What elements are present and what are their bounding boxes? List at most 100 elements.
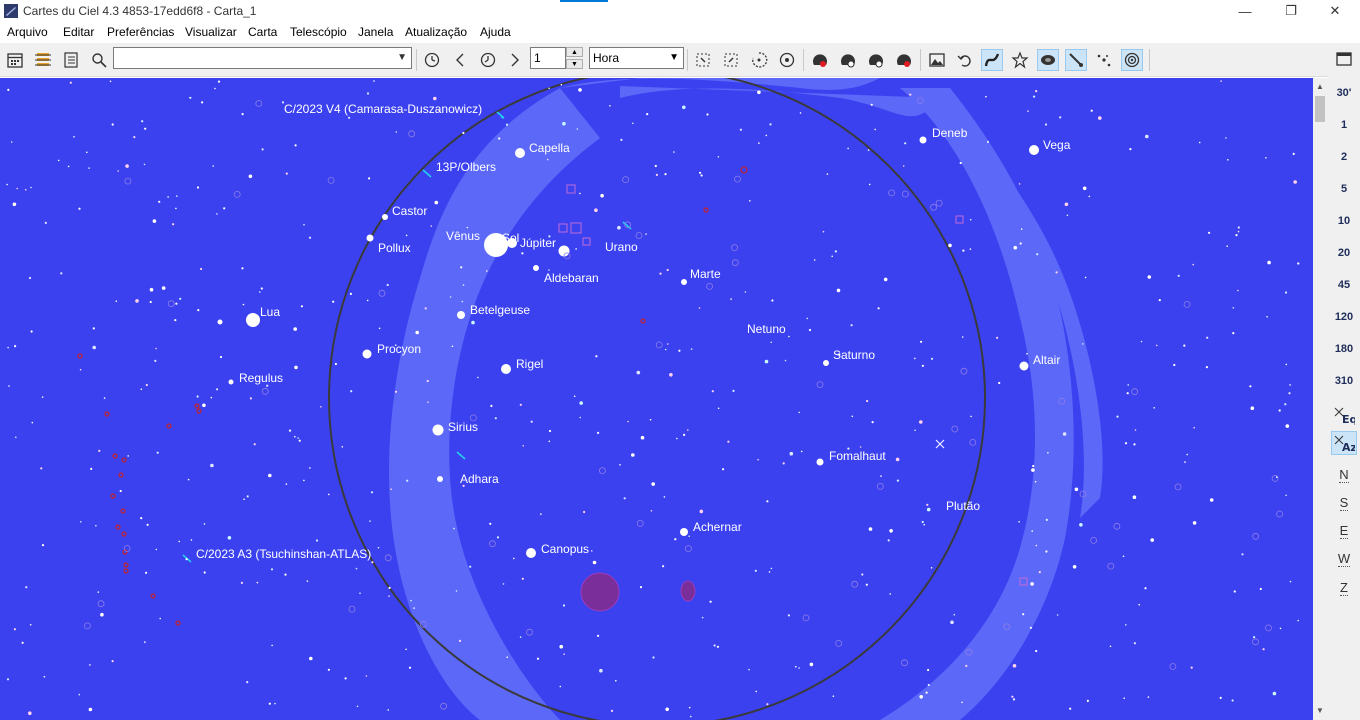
- search-icon[interactable]: [88, 49, 110, 71]
- label-comet-13p[interactable]: 13P/Olbers: [436, 160, 496, 174]
- label-lua[interactable]: Lua: [260, 305, 280, 319]
- comet-icon[interactable]: [1065, 49, 1087, 71]
- label-marte[interactable]: Marte: [690, 267, 721, 281]
- faint-star: [341, 446, 344, 448]
- label-sirius[interactable]: Sirius: [448, 420, 478, 434]
- label-fomalhaut[interactable]: Fomalhaut: [829, 449, 886, 463]
- target-icon[interactable]: [776, 49, 798, 71]
- fov-30min[interactable]: 30': [1328, 87, 1360, 99]
- spin-up-icon[interactable]: ▲: [566, 47, 583, 57]
- zoom-area-icon[interactable]: [692, 49, 714, 71]
- compass-zenith[interactable]: Z: [1328, 580, 1360, 596]
- compass-east[interactable]: E: [1328, 523, 1360, 539]
- list-icon[interactable]: [60, 49, 82, 71]
- label-vega[interactable]: Vega: [1043, 138, 1070, 152]
- maximize-button[interactable]: ❐: [1268, 0, 1314, 22]
- label-rigel[interactable]: Rigel: [516, 357, 543, 371]
- menu-editar[interactable]: Editar: [63, 25, 94, 39]
- label-pollux[interactable]: Pollux: [378, 241, 411, 255]
- fov-20[interactable]: 20: [1328, 247, 1360, 259]
- label-aldebaran[interactable]: Aldebaran: [544, 271, 599, 285]
- planet-c-icon[interactable]: [865, 49, 887, 71]
- sky-canvas[interactable]: [0, 78, 1313, 720]
- spin-down-icon[interactable]: ▼: [566, 59, 583, 69]
- menu-atualizacao[interactable]: Atualização: [405, 25, 467, 39]
- vertical-scrollbar[interactable]: ▲ ▼: [1313, 78, 1328, 720]
- chevron-down-icon[interactable]: ▼: [397, 52, 407, 63]
- rotate-icon[interactable]: [748, 49, 770, 71]
- equatorial-grid-icon[interactable]: Eq: [1331, 403, 1357, 427]
- label-sol[interactable]: Sol: [502, 231, 519, 245]
- label-adhara[interactable]: Adhara: [460, 472, 499, 486]
- constellation-lines-icon[interactable]: [981, 49, 1003, 71]
- image-icon[interactable]: [926, 49, 948, 71]
- planet-b-icon[interactable]: [837, 49, 859, 71]
- menu-ajuda[interactable]: Ajuda: [480, 25, 511, 39]
- clock-icon[interactable]: [421, 49, 443, 71]
- target-ring-icon[interactable]: [1121, 49, 1143, 71]
- faint-star: [727, 440, 730, 443]
- step-forward-icon[interactable]: [504, 49, 526, 71]
- faint-star: [701, 616, 704, 619]
- label-achernar[interactable]: Achernar: [693, 520, 742, 534]
- calendar-icon[interactable]: [4, 49, 26, 71]
- fov-120[interactable]: 120: [1328, 311, 1360, 323]
- time-step-input[interactable]: 1: [530, 47, 566, 69]
- label-plutao[interactable]: Plutão: [946, 499, 980, 513]
- label-urano[interactable]: Urano: [605, 240, 638, 254]
- label-castor[interactable]: Castor: [392, 204, 427, 218]
- label-altair[interactable]: Altair: [1033, 353, 1060, 367]
- fov-5[interactable]: 5: [1328, 183, 1360, 195]
- compass-north[interactable]: N: [1328, 467, 1360, 483]
- azimuthal-grid-icon[interactable]: Az: [1331, 431, 1357, 455]
- sparkle-icon[interactable]: [1093, 49, 1115, 71]
- search-input[interactable]: ▼: [113, 47, 412, 69]
- fov-2[interactable]: 2: [1328, 151, 1360, 163]
- label-capella[interactable]: Capella: [529, 141, 570, 155]
- fov-45[interactable]: 45: [1328, 279, 1360, 291]
- label-comet-c2023v4[interactable]: C/2023 V4 (Camarasa-Duszanowicz): [284, 102, 482, 116]
- label-jupiter[interactable]: Júpiter: [520, 236, 556, 250]
- label-comet-c2023a3[interactable]: C/2023 A3 (Tsuchinshan-ATLAS): [196, 547, 371, 561]
- label-deneb[interactable]: Deneb: [932, 126, 967, 140]
- label-netuno[interactable]: Netuno: [747, 322, 786, 336]
- scroll-down-icon[interactable]: ▼: [1316, 706, 1324, 715]
- label-betelgeuse[interactable]: Betelgeuse: [470, 303, 530, 317]
- menu-arquivo[interactable]: Arquivo: [7, 25, 48, 39]
- label-venus[interactable]: Vênus: [446, 229, 480, 243]
- compass-south[interactable]: S: [1328, 495, 1360, 511]
- scroll-thumb[interactable]: [1315, 96, 1325, 122]
- label-canopus[interactable]: Canopus: [541, 542, 589, 556]
- menu-carta[interactable]: Carta: [248, 25, 277, 39]
- label-regulus[interactable]: Regulus: [239, 371, 283, 385]
- menu-preferencias[interactable]: Preferências: [107, 25, 174, 39]
- now-icon[interactable]: [477, 49, 499, 71]
- chevron-down-icon[interactable]: ▼: [669, 52, 679, 63]
- fov-310[interactable]: 310: [1328, 375, 1360, 387]
- menu-telescopio[interactable]: Telescópio: [290, 25, 347, 39]
- menu-visualizar[interactable]: Visualizar: [185, 25, 237, 39]
- time-unit-select[interactable]: Hora ▼: [589, 47, 684, 69]
- galaxy-marker: [655, 341, 663, 349]
- close-button[interactable]: ✕: [1312, 0, 1358, 22]
- zoom-fit-icon[interactable]: [720, 49, 742, 71]
- label-saturno[interactable]: Saturno: [833, 348, 875, 362]
- planet-a-icon[interactable]: [809, 49, 831, 71]
- label-procyon[interactable]: Procyon: [377, 342, 421, 356]
- time-step-spinner[interactable]: ▲ ▼: [566, 47, 583, 69]
- star-icon[interactable]: [1009, 49, 1031, 71]
- undo-icon[interactable]: [954, 49, 976, 71]
- layers-icon[interactable]: [32, 49, 54, 71]
- sky-chart[interactable]: C/2023 V4 (Camarasa-Duszanowicz) 13P/Olb…: [0, 78, 1313, 720]
- step-back-icon[interactable]: [449, 49, 471, 71]
- fov-180[interactable]: 180: [1328, 343, 1360, 355]
- panel-layout-icon[interactable]: [1331, 47, 1357, 71]
- fov-10[interactable]: 10: [1328, 215, 1360, 227]
- fov-1[interactable]: 1: [1328, 119, 1360, 131]
- compass-west[interactable]: W: [1328, 551, 1360, 567]
- scroll-up-icon[interactable]: ▲: [1316, 82, 1324, 91]
- planet-d-icon[interactable]: [893, 49, 915, 71]
- menu-janela[interactable]: Janela: [358, 25, 393, 39]
- minimize-button[interactable]: —: [1222, 0, 1268, 22]
- galaxy-icon[interactable]: [1037, 49, 1059, 71]
